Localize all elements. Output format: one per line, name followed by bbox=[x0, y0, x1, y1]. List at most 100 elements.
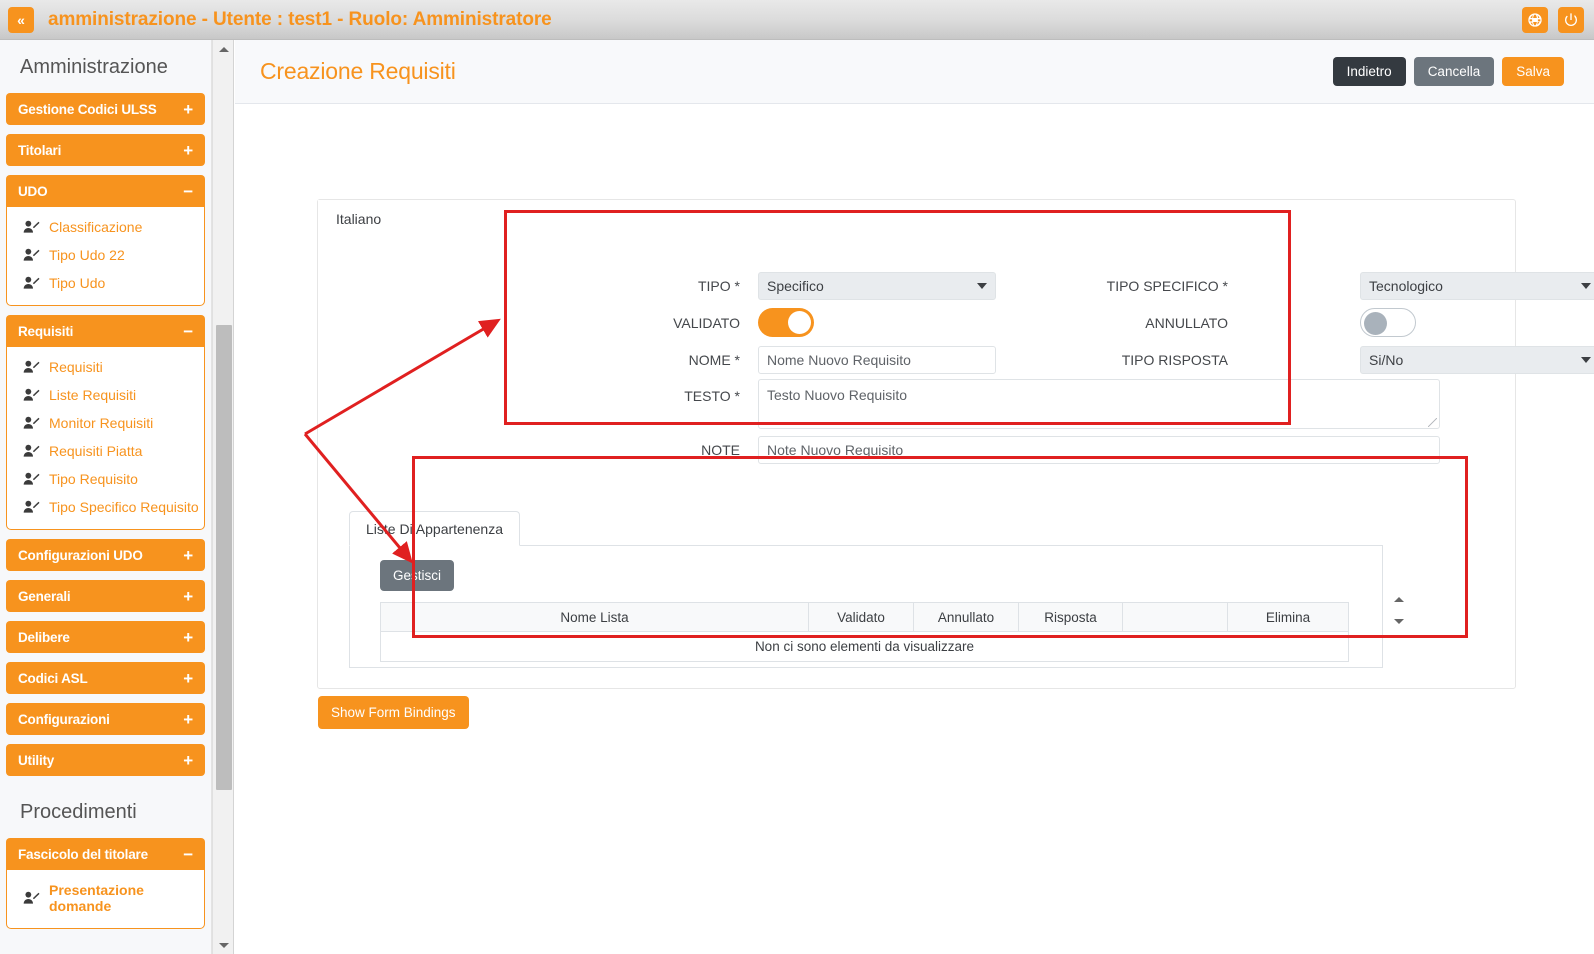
table-row-empty: Non ci sono elementi da visualizzare bbox=[381, 632, 1349, 662]
testo-textarea[interactable]: Testo Nuovo Requisito bbox=[758, 379, 1440, 429]
sidebar-submenu-requisiti: Requisiti Liste Requisiti Monitor Requisit… bbox=[6, 347, 205, 530]
globe-icon[interactable] bbox=[1522, 7, 1548, 33]
sidebar-item-monitor-requisiti[interactable]: Monitor Requisiti bbox=[7, 409, 204, 437]
label-note: NOTE bbox=[630, 442, 740, 458]
th-risposta: Risposta bbox=[1019, 603, 1123, 632]
sidebar-item-label: Requisiti Piatta bbox=[49, 443, 142, 459]
sidebar-heading-procedimenti: Procedimenti bbox=[6, 785, 205, 838]
tipo-risposta-select-value: Si/No bbox=[1369, 352, 1403, 368]
save-button[interactable]: Salva bbox=[1502, 57, 1564, 87]
th-blank bbox=[1123, 603, 1228, 632]
top-bar-actions bbox=[1522, 7, 1584, 33]
plus-icon: + bbox=[183, 711, 193, 728]
annullato-toggle[interactable] bbox=[1360, 308, 1416, 337]
chevron-down-icon bbox=[977, 283, 987, 289]
language-tab-italiano[interactable]: Italiano bbox=[318, 200, 399, 237]
th-nome-lista: Nome Lista bbox=[381, 603, 809, 632]
sidebar-group-configurazioni[interactable]: Configurazioni+ bbox=[6, 703, 205, 735]
sidebar-group-label: UDO bbox=[18, 184, 47, 199]
sidebar-group-requisiti[interactable]: Requisiti− bbox=[6, 315, 205, 347]
tab-liste-di-appartenenza[interactable]: Liste Di Appartenenza bbox=[349, 511, 520, 546]
sidebar-group-titolari[interactable]: Titolari+ bbox=[6, 134, 205, 166]
plus-icon: + bbox=[183, 101, 193, 118]
sidebar-content: AmministrazioneGestione Codici ULSS+ Tito… bbox=[0, 40, 211, 929]
page-title: Creazione Requisiti bbox=[260, 58, 456, 85]
minus-icon: − bbox=[183, 323, 193, 340]
tipo-select[interactable]: Specifico bbox=[758, 272, 996, 300]
sidebar-group-codici-asl[interactable]: Codici ASL + bbox=[6, 662, 205, 694]
sidebar-group-label: Codici ASL bbox=[18, 671, 88, 686]
tab-panel: Gestisci Nome Lista Validato Annullato R… bbox=[349, 546, 1383, 668]
sidebar-item-label: Tipo Specifico Requisito bbox=[49, 499, 199, 515]
plus-icon: + bbox=[183, 670, 193, 687]
minus-icon: − bbox=[183, 846, 193, 863]
sidebar-item-tipo-udo[interactable]: Tipo Udo bbox=[7, 269, 204, 297]
user-edit-icon bbox=[23, 360, 40, 375]
table-vertical-scrollbar[interactable] bbox=[1391, 595, 1406, 626]
power-icon[interactable] bbox=[1558, 7, 1584, 33]
sidebar-group-udo[interactable]: UDO − bbox=[6, 175, 205, 207]
page-header: Creazione Requisiti Indietro Cancella Sa… bbox=[235, 40, 1594, 104]
back-button[interactable]: Indietro bbox=[1333, 57, 1406, 87]
gestisci-button[interactable]: Gestisci bbox=[380, 560, 454, 591]
sidebar-item-classificazione[interactable]: Classificazione bbox=[7, 213, 204, 241]
table-scroll-down-icon[interactable] bbox=[1394, 619, 1404, 624]
testo-textarea-value: Testo Nuovo Requisito bbox=[767, 387, 907, 403]
tab-strip: Liste Di Appartenenza bbox=[349, 508, 1383, 546]
sidebar-item-liste-requisiti[interactable]: Liste Requisiti bbox=[7, 381, 204, 409]
header-actions: Indietro Cancella Salva bbox=[1333, 57, 1564, 87]
sidebar-collapse-button[interactable]: « bbox=[8, 7, 34, 33]
table-scroll-up-icon[interactable] bbox=[1394, 597, 1404, 602]
label-tipo: TIPO * bbox=[630, 278, 740, 294]
sidebar-group-gestione-codici-ulss[interactable]: Gestione Codici ULSS+ bbox=[6, 93, 205, 125]
sidebar-group-label: Generali bbox=[18, 589, 70, 604]
sidebar-group-fascicolo-del-titolare[interactable]: Fascicolo del titolare − bbox=[6, 838, 205, 870]
th-elimina: Elimina bbox=[1228, 603, 1349, 632]
scroll-up-arrow-icon[interactable] bbox=[213, 40, 235, 58]
sidebar-scrollbar-thumb[interactable] bbox=[216, 325, 232, 790]
sidebar-group-label: Utility bbox=[18, 753, 54, 768]
label-testo: TESTO * bbox=[630, 388, 740, 404]
plus-icon: + bbox=[183, 142, 193, 159]
sidebar-item-requisiti-piatta[interactable]: Requisiti Piatta bbox=[7, 437, 204, 465]
sidebar-item-tipo-requisito[interactable]: Tipo Requisito bbox=[7, 465, 204, 493]
minus-icon: − bbox=[183, 183, 193, 200]
sidebar-item-label: Classificazione bbox=[49, 219, 142, 235]
liste-table: Nome Lista Validato Annullato Risposta E… bbox=[380, 602, 1349, 662]
user-edit-icon bbox=[23, 416, 40, 431]
app-title: amministrazione - Utente : test1 - Ruolo… bbox=[48, 9, 552, 31]
top-bar: « amministrazione - Utente : test1 - Ruo… bbox=[0, 0, 1594, 40]
scroll-down-arrow-icon[interactable] bbox=[213, 936, 235, 954]
sidebar-item-tipo-udo-22[interactable]: Tipo Udo 22 bbox=[7, 241, 204, 269]
sidebar-group-delibere[interactable]: Delibere+ bbox=[6, 621, 205, 653]
sidebar-group-label: Fascicolo del titolare bbox=[18, 847, 148, 862]
note-input-value: Note Nuovo Requisito bbox=[767, 442, 903, 458]
sidebar-item-label: Tipo Udo 22 bbox=[49, 247, 125, 263]
plus-icon: + bbox=[183, 752, 193, 769]
sidebar-item-label: Liste Requisiti bbox=[49, 387, 136, 403]
sidebar-group-utility[interactable]: Utility + bbox=[6, 744, 205, 776]
resize-handle-icon[interactable] bbox=[1428, 418, 1437, 427]
sidebar-group-label: Delibere bbox=[18, 630, 70, 645]
sidebar-scrollbar[interactable] bbox=[212, 40, 234, 954]
validato-toggle[interactable] bbox=[758, 308, 814, 337]
sidebar-item-requisiti[interactable]: Requisiti bbox=[7, 353, 204, 381]
sidebar-item-tipo-specifico-requisito[interactable]: Tipo Specifico Requisito bbox=[7, 493, 204, 521]
sidebar-group-configurazioni-udo[interactable]: Configurazioni UDO+ bbox=[6, 539, 205, 571]
sidebar-group-generali[interactable]: Generali+ bbox=[6, 580, 205, 612]
sidebar-item-presentazione-domande[interactable]: Presentazione domande bbox=[7, 876, 204, 920]
sidebar: AmministrazioneGestione Codici ULSS+ Tito… bbox=[0, 40, 212, 954]
label-nome: NOME * bbox=[630, 352, 740, 368]
tipo-risposta-select[interactable]: Si/No bbox=[1360, 346, 1594, 374]
sidebar-submenu-fascicolo-del-titolare: Presentazione domande bbox=[6, 870, 205, 929]
note-input[interactable]: Note Nuovo Requisito bbox=[758, 436, 1440, 464]
cancel-button[interactable]: Cancella bbox=[1414, 57, 1495, 87]
sidebar-item-label: Tipo Requisito bbox=[49, 471, 138, 487]
tipo-specifico-select[interactable]: Tecnologico bbox=[1360, 272, 1594, 300]
show-form-bindings-button[interactable]: Show Form Bindings bbox=[318, 696, 469, 729]
collapse-chevrons-icon: « bbox=[17, 12, 25, 28]
user-edit-icon bbox=[23, 220, 40, 235]
nome-input[interactable]: Nome Nuovo Requisito bbox=[758, 346, 996, 374]
sidebar-item-label: Requisiti bbox=[49, 359, 103, 375]
sidebar-heading-amministrazione: Amministrazione bbox=[6, 40, 205, 93]
